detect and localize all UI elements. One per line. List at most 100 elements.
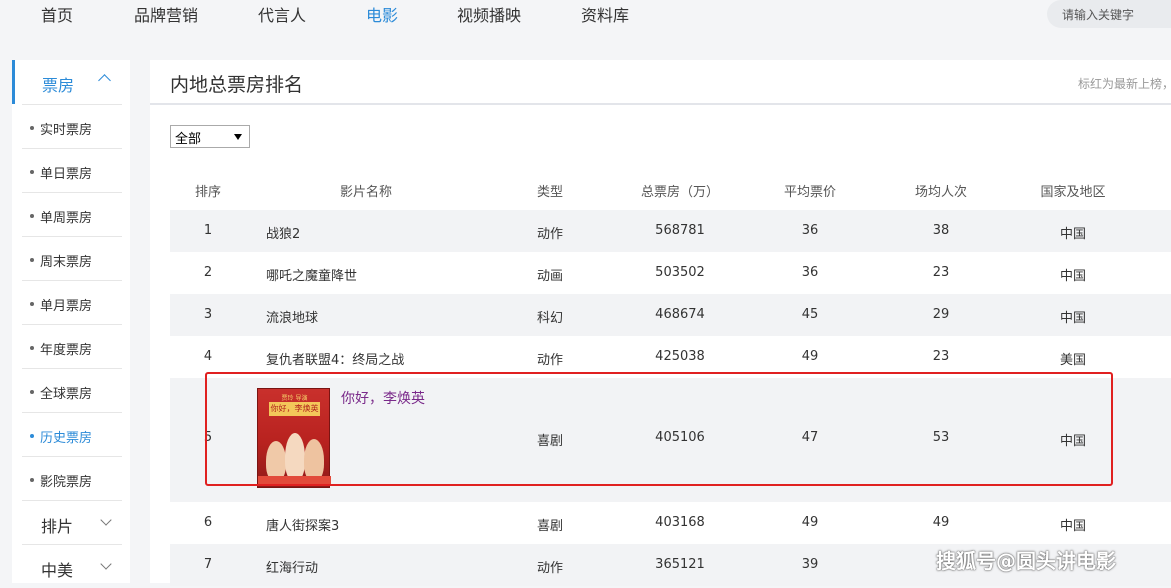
cell-title[interactable]: 战狼2	[266, 223, 300, 242]
cell-rank: 2	[203, 265, 213, 280]
sidebar-item-label: 实时票房	[40, 123, 93, 138]
header-avg-attendance: 场均人次	[914, 185, 968, 200]
cell-gross: 365121	[655, 557, 705, 572]
header-region: 国家及地区	[1040, 185, 1106, 200]
table-row[interactable]: 2 哪吒之魔童降世 动画 503502 36 23 中国	[170, 252, 1171, 294]
sidebar-section-label: 票房	[42, 76, 75, 95]
cell-avg-attendance: 53	[932, 430, 950, 445]
nav-item-video-broadcast[interactable]: 视频播映	[457, 2, 521, 26]
cell-region: 中国	[1059, 227, 1087, 242]
table-row[interactable]: 1 战狼2 动作 568781 36 38 中国	[170, 210, 1171, 252]
poster-footer	[258, 476, 331, 484]
category-select[interactable]: 全部	[170, 125, 250, 148]
sidebar-item-label: 历史票房	[40, 431, 93, 446]
table-row[interactable]: 3 流浪地球 科幻 468674 45 29 中国	[170, 294, 1171, 336]
chevron-down-icon	[100, 558, 112, 570]
cell-gross: 405106	[655, 430, 705, 445]
cell-gross: 568781	[655, 223, 705, 238]
cell-avg-price: 49	[801, 515, 819, 530]
table-row[interactable]: 4 复仇者联盟4：终局之战 动作 425038 49 23 美国	[170, 336, 1171, 378]
cell-title[interactable]: 复仇者联盟4：终局之战	[266, 349, 404, 368]
cell-genre: 喜剧	[536, 434, 564, 449]
table-row[interactable]: 6 唐人街探案3 喜剧 403168 49 49 中国	[170, 502, 1171, 544]
sidebar-item-label: 周末票房	[40, 255, 93, 270]
cell-region: 美国	[1059, 353, 1087, 368]
cell-rank: 1	[203, 223, 213, 238]
cell-avg-attendance: 29	[932, 307, 950, 322]
sidebar-item-daily[interactable]: 单日票房	[22, 148, 122, 192]
dropdown-arrow-icon	[234, 134, 242, 140]
poster-figure	[304, 439, 324, 481]
title-divider	[150, 103, 1171, 105]
sidebar-item-label: 单周票房	[40, 211, 93, 226]
sidebar-group-scheduling[interactable]: 排片	[22, 500, 122, 544]
nav-item-movies[interactable]: 电影	[366, 2, 398, 26]
cell-gross: 425038	[655, 349, 705, 364]
nav-item-database[interactable]: 资料库	[581, 2, 629, 26]
cell-gross: 468674	[655, 307, 705, 322]
category-select-value: 全部	[175, 132, 202, 147]
cell-genre: 动画	[536, 269, 564, 284]
cell-title[interactable]: 哪吒之魔童降世	[266, 265, 357, 284]
sidebar-item-yearly[interactable]: 年度票房	[22, 324, 122, 368]
bullet-icon	[30, 170, 34, 174]
nav-item-home[interactable]: 首页	[41, 2, 73, 26]
sidebar-item-monthly[interactable]: 单月票房	[22, 280, 122, 324]
cell-rank: 5	[203, 430, 213, 445]
sidebar-item-label: 年度票房	[40, 343, 93, 358]
sidebar-group-label: 排片	[41, 517, 74, 536]
cell-title[interactable]: 流浪地球	[266, 307, 318, 326]
sidebar-item-cinema[interactable]: 影院票房	[22, 456, 122, 500]
cell-title[interactable]: 唐人街探案3	[266, 515, 339, 534]
cell-gross: 403168	[655, 515, 705, 530]
cell-title-new[interactable]: 你好，李焕英	[341, 388, 425, 408]
cell-rank: 7	[203, 557, 213, 572]
nav-item-spokesperson[interactable]: 代言人	[258, 2, 306, 26]
chevron-down-icon	[100, 514, 112, 526]
sidebar-group-china-us[interactable]: 中美	[22, 544, 122, 588]
bullet-icon	[30, 434, 34, 438]
table-header: 排序 影片名称 类型 总票房（万） 平均票价 场均人次 国家及地区	[170, 168, 1171, 210]
search-input[interactable]: 请输入关键字	[1047, 0, 1171, 28]
cell-avg-attendance: 38	[932, 223, 950, 238]
poster-figure	[285, 433, 305, 481]
sidebar-item-label: 单月票房	[40, 299, 93, 314]
poster-title: 你好，李焕英	[269, 402, 320, 416]
header-rank: 排序	[194, 185, 222, 200]
cell-genre: 喜剧	[536, 519, 564, 534]
sidebar-item-weekend[interactable]: 周末票房	[22, 236, 122, 280]
header-avg-price: 平均票价	[783, 185, 837, 200]
cell-title[interactable]: 红海行动	[266, 557, 318, 576]
table-row-highlighted[interactable]: 5 贾玲 导演 你好，李焕英 你好，李焕英 喜剧 405106 47 53 中国	[170, 378, 1171, 502]
cell-rank: 6	[203, 515, 213, 530]
bullet-icon	[30, 258, 34, 262]
cell-gross: 503502	[655, 265, 705, 280]
header-genre: 类型	[536, 185, 564, 200]
sidebar-item-historical[interactable]: 历史票房	[22, 412, 122, 456]
bullet-icon	[30, 302, 34, 306]
sidebar-item-label: 全球票房	[40, 387, 93, 402]
cell-region: 中国	[1059, 269, 1087, 284]
sidebar-item-global[interactable]: 全球票房	[22, 368, 122, 412]
sidebar-section-box-office[interactable]: 票房	[12, 60, 130, 104]
top-nav: 首页 品牌营销 代言人 电影 视频播映 资料库 请输入关键字	[0, 0, 1171, 42]
bullet-icon	[30, 126, 34, 130]
movie-poster[interactable]: 贾玲 导演 你好，李焕英	[257, 388, 331, 488]
sidebar-item-realtime[interactable]: 实时票房	[22, 104, 122, 148]
bullet-icon	[30, 214, 34, 218]
cell-avg-attendance: 23	[932, 265, 950, 280]
cell-rank: 4	[203, 349, 213, 364]
bullet-icon	[30, 390, 34, 394]
bullet-icon	[30, 478, 34, 482]
cell-avg-price: 45	[801, 307, 819, 322]
cell-region: 中国	[1059, 434, 1087, 449]
cell-avg-attendance: 23	[932, 349, 950, 364]
poster-figure	[266, 441, 286, 481]
legend-note: 标红为最新上榜，	[1078, 77, 1171, 91]
watermark: 搜狐号@圆头讲电影	[936, 549, 1116, 573]
sidebar-item-weekly[interactable]: 单周票房	[22, 192, 122, 236]
ranking-table: 排序 影片名称 类型 总票房（万） 平均票价 场均人次 国家及地区 1 战狼2 …	[170, 168, 1171, 586]
nav-item-brand-marketing[interactable]: 品牌营销	[134, 2, 198, 26]
cell-region: 中国	[1059, 311, 1087, 326]
cell-region: 中国	[1059, 519, 1087, 534]
